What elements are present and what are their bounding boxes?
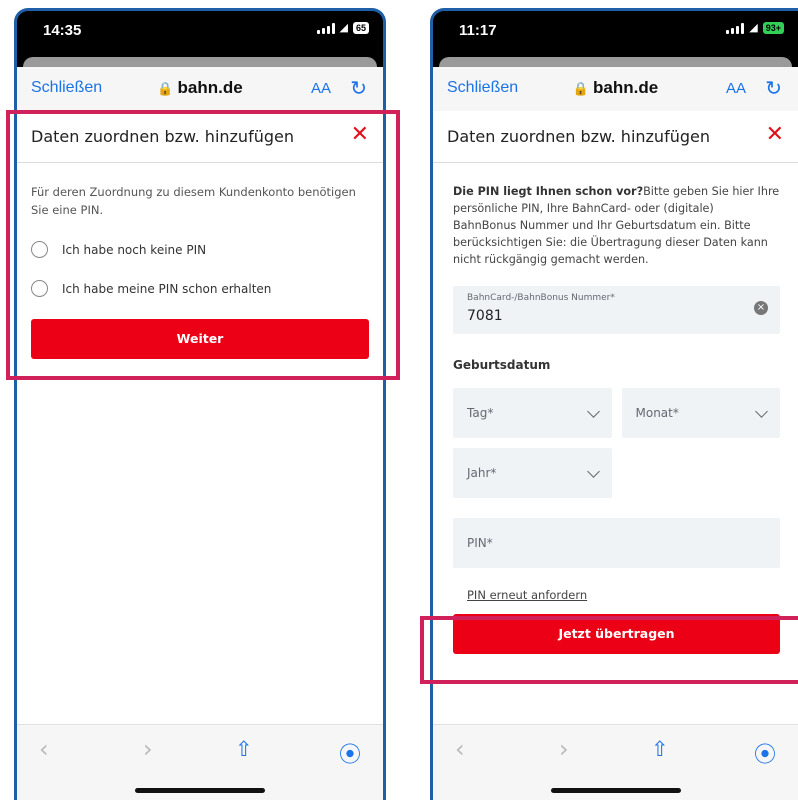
radio-button[interactable] xyxy=(31,280,48,297)
browser-sheet: Schließen 🔒 bahn.de AA ↻ Daten zuordnen b… xyxy=(433,67,798,800)
browser-toolbar: Schließen 🔒 bahn.de AA ↻ xyxy=(433,67,798,111)
compass-icon[interactable]: ⦿ xyxy=(339,737,361,769)
radio-option-has-pin[interactable]: Ich habe meine PIN schon erhalten xyxy=(31,280,369,297)
domain-label: bahn.de xyxy=(593,78,659,97)
radio-option-no-pin[interactable]: Ich habe noch keine PIN xyxy=(31,241,369,258)
year-placeholder: Jahr* xyxy=(467,466,497,480)
dialog-header: Daten zuordnen bzw. hinzufügen ✕ xyxy=(433,111,798,163)
bahncard-number-field[interactable]: BahnCard-/BahnBonus Nummer* 7081 × xyxy=(453,286,780,334)
domain-label: bahn.de xyxy=(177,78,243,97)
day-placeholder: Tag* xyxy=(467,406,494,420)
close-dialog-icon[interactable]: ✕ xyxy=(766,122,784,147)
browser-bottom-bar: ‹ › ⇧ ⦿ xyxy=(433,724,798,800)
lock-icon: 🔒 xyxy=(572,81,589,96)
submit-button[interactable]: Jetzt übertragen xyxy=(453,614,780,654)
dialog-body: Für deren Zuordnung zu diesem Kundenkont… xyxy=(17,163,383,359)
lock-icon: 🔒 xyxy=(157,81,174,96)
radio-label: Ich habe noch keine PIN xyxy=(62,242,207,257)
chevron-down-icon xyxy=(586,405,600,418)
dialog-body: Die PIN liegt Ihnen schon vor?Bitte gebe… xyxy=(433,163,798,654)
chevron-down-icon xyxy=(586,465,600,478)
clear-input-icon[interactable]: × xyxy=(754,301,768,315)
chevron-down-icon xyxy=(755,405,768,418)
browser-bottom-bar: ‹ › ⇧ ⦿ xyxy=(17,724,383,800)
dialog-intro: Für deren Zuordnung zu diesem Kundenkont… xyxy=(31,185,356,217)
reload-icon[interactable]: ↻ xyxy=(765,76,782,100)
browser-sheet: Schließen 🔒 bahn.de AA ↻ Daten zuordnen b… xyxy=(17,67,383,800)
compass-icon[interactable]: ⦿ xyxy=(754,737,776,769)
status-icons: ◢ 65 xyxy=(316,21,369,34)
status-time: 14:35 xyxy=(43,22,82,39)
browser-toolbar: Schließen 🔒 bahn.de AA ↻ xyxy=(17,67,383,111)
phone-screen-left: 14:35 ◢ 65 Schließen 🔒 bahn.de AA ↻ Daten… xyxy=(14,8,386,800)
pin-placeholder: PIN* xyxy=(467,536,493,550)
home-indicator xyxy=(135,788,265,793)
request-pin-link[interactable]: PIN erneut anfordern xyxy=(467,588,587,602)
year-select[interactable]: Jahr* xyxy=(453,448,612,498)
day-select[interactable]: Tag* xyxy=(453,388,612,438)
status-bar: 11:17 ◢ 93+ xyxy=(433,11,798,51)
month-placeholder: Monat* xyxy=(635,406,679,420)
signal-icon xyxy=(726,22,745,34)
back-icon[interactable]: ‹ xyxy=(39,735,49,763)
dialog-intro: Die PIN liegt Ihnen schon vor?Bitte gebe… xyxy=(453,163,780,268)
continue-button[interactable]: Weiter xyxy=(31,319,369,359)
status-icons: ◢ 93+ xyxy=(726,22,784,34)
wifi-icon: ◢ xyxy=(339,21,348,34)
dialog-header: Daten zuordnen bzw. hinzufügen ✕ xyxy=(17,111,383,163)
battery-indicator: 65 xyxy=(352,22,369,34)
radio-label: Ich habe meine PIN schon erhalten xyxy=(62,281,272,296)
home-indicator xyxy=(550,788,681,793)
phone-screen-right: 11:17 ◢ 93+ Schließen 🔒 bahn.de AA ↻ Date… xyxy=(430,8,798,800)
birthdate-heading: Geburtsdatum xyxy=(453,358,551,372)
status-bar: 14:35 ◢ 65 xyxy=(17,11,383,51)
share-icon[interactable]: ⇧ xyxy=(235,737,253,761)
radio-button[interactable] xyxy=(31,241,48,258)
forward-icon[interactable]: › xyxy=(559,735,569,763)
bahncard-number-label: BahnCard-/BahnBonus Nummer* xyxy=(467,293,615,303)
month-select[interactable]: Monat* xyxy=(621,388,780,438)
signal-icon xyxy=(316,22,335,34)
bahncard-number-value: 7081 xyxy=(467,308,503,324)
back-icon[interactable]: ‹ xyxy=(455,735,465,763)
reload-icon[interactable]: ↻ xyxy=(350,76,367,100)
share-icon[interactable]: ⇧ xyxy=(651,737,669,761)
forward-icon[interactable]: › xyxy=(143,735,153,763)
intro-bold: Die PIN liegt Ihnen schon vor? xyxy=(453,185,644,198)
wifi-icon: ◢ xyxy=(749,21,758,34)
dialog-title: Daten zuordnen bzw. hinzufügen xyxy=(447,127,710,146)
status-time: 11:17 xyxy=(459,22,497,39)
close-dialog-icon[interactable]: ✕ xyxy=(351,122,369,147)
pin-input[interactable]: PIN* xyxy=(453,518,780,568)
battery-indicator: 93+ xyxy=(762,22,784,34)
dialog-title: Daten zuordnen bzw. hinzufügen xyxy=(31,127,294,146)
text-size-button[interactable]: AA xyxy=(311,80,331,97)
text-size-button[interactable]: AA xyxy=(726,80,746,97)
